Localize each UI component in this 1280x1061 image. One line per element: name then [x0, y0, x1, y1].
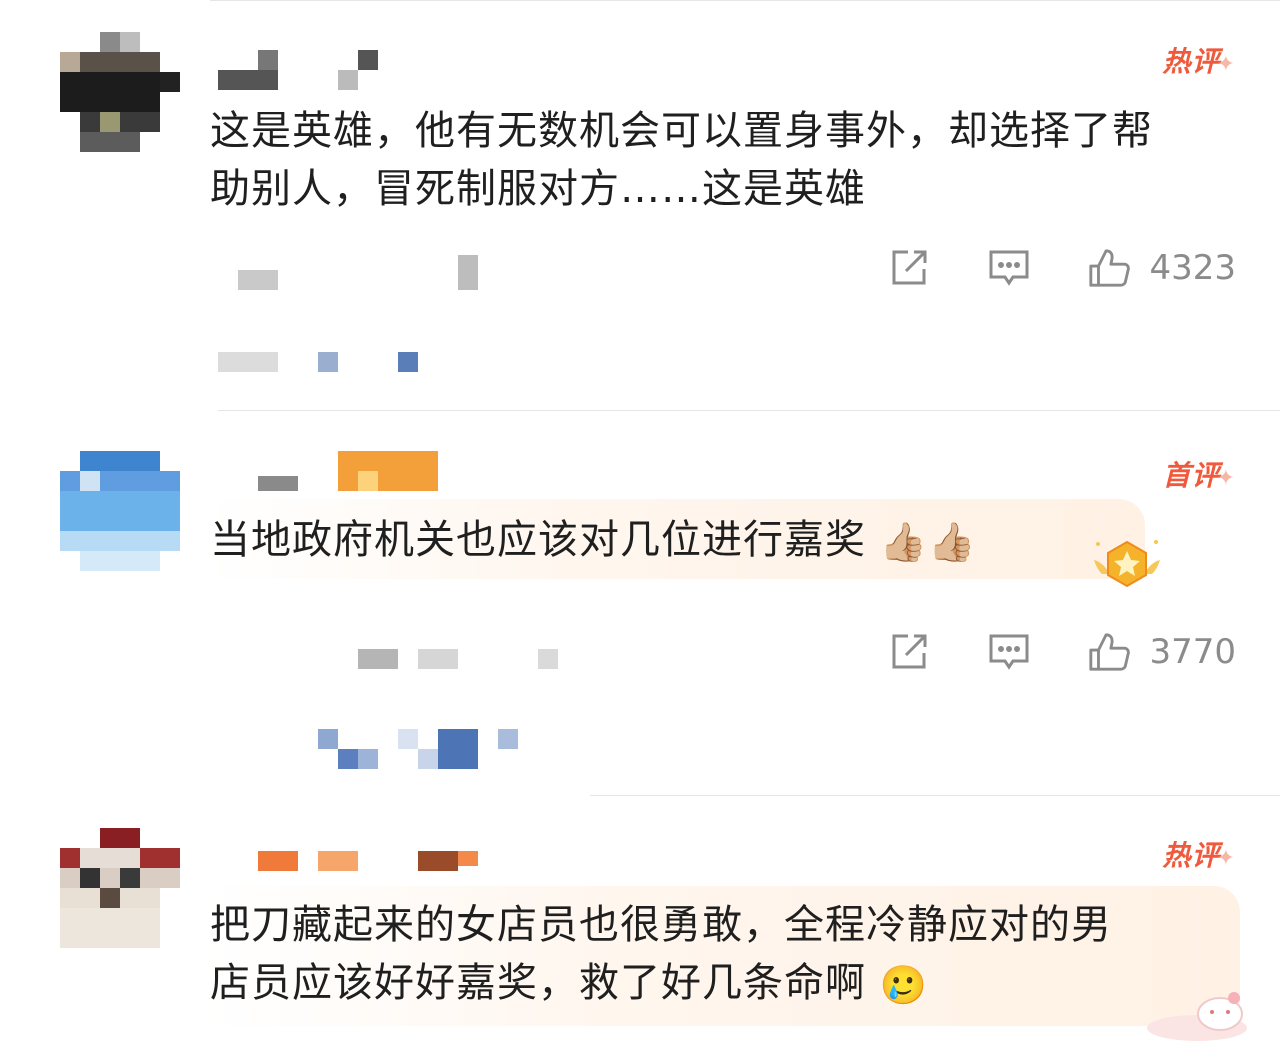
- like-count: 4323: [1149, 248, 1236, 288]
- hot-comment-badge: 热评✦: [1163, 834, 1236, 874]
- meta-info: [238, 255, 558, 295]
- comment-text: 把刀藏起来的女店员也很勇敢，全程冷静应对的男 店员应该好好嘉奖，救了好几条命啊 …: [210, 896, 1112, 1014]
- badge-label: 热评: [1162, 839, 1221, 872]
- comment-1: 热评✦ 这是英雄，他有无数机会可以置身事外，却选择了帮 助别人，冒死制服对方………: [0, 0, 1280, 411]
- like-icon[interactable]: [1087, 246, 1131, 290]
- comment-line: 当地政府机关也应该对几位进行嘉奖: [210, 517, 866, 563]
- cat-icon: [1142, 988, 1252, 1042]
- flame-icon: ✦: [1216, 846, 1236, 871]
- comment-2: 首评✦ 当地政府机关也应该对几位进行嘉奖 👍🏼👍🏼 3770: [0, 411, 1280, 796]
- share-icon[interactable]: [887, 630, 931, 674]
- first-comment-badge: 首评✦: [1163, 454, 1236, 494]
- username[interactable]: [218, 50, 388, 90]
- comment-line: 这是英雄，他有无数机会可以置身事外，却选择了帮: [210, 108, 1153, 154]
- badge-label: 热评: [1162, 45, 1221, 78]
- top-divider: [210, 0, 1280, 1]
- comment-icon[interactable]: [987, 246, 1031, 290]
- like-count: 3770: [1149, 632, 1236, 672]
- flame-icon: ✦: [1216, 52, 1236, 77]
- comment-line: 助别人，冒死制服对方……这是英雄: [210, 166, 866, 212]
- hot-comment-badge: 热评✦: [1163, 40, 1236, 80]
- username[interactable]: [218, 846, 488, 886]
- smiling-emoji: 🥲: [879, 963, 929, 1007]
- action-bar: 4323: [887, 243, 1236, 293]
- avatar[interactable]: [60, 32, 180, 152]
- comment-line-text: 店员应该好好嘉奖，救了好几条命啊: [210, 960, 866, 1006]
- username[interactable]: [258, 451, 448, 491]
- avatar[interactable]: [60, 451, 180, 571]
- comment-3: 热评✦ 把刀藏起来的女店员也很勇敢，全程冷静应对的男 店员应该好好嘉奖，救了好几…: [0, 796, 1280, 1061]
- comment-text: 这是英雄，他有无数机会可以置身事外，却选择了帮 助别人，冒死制服对方……这是英雄: [210, 102, 1153, 218]
- comment-text: 当地政府机关也应该对几位进行嘉奖 👍🏼👍🏼: [210, 511, 976, 571]
- badge-label: 首评: [1162, 459, 1221, 492]
- comment-line: 把刀藏起来的女店员也很勇敢，全程冷静应对的男: [210, 902, 1112, 948]
- reply-preview: [218, 350, 558, 374]
- comment-line: 店员应该好好嘉奖，救了好几条命啊 🥲: [210, 954, 1112, 1014]
- like-icon[interactable]: [1087, 630, 1131, 674]
- share-icon[interactable]: [887, 246, 931, 290]
- action-bar: 3770: [887, 627, 1236, 677]
- comment-icon[interactable]: [987, 630, 1031, 674]
- medal-icon: [1088, 534, 1166, 594]
- flame-icon: ✦: [1216, 466, 1236, 491]
- reply-preview: [318, 729, 538, 773]
- meta-info: [300, 639, 570, 679]
- avatar[interactable]: [60, 828, 180, 948]
- thumbs-up-emoji: 👍🏼👍🏼: [879, 520, 977, 564]
